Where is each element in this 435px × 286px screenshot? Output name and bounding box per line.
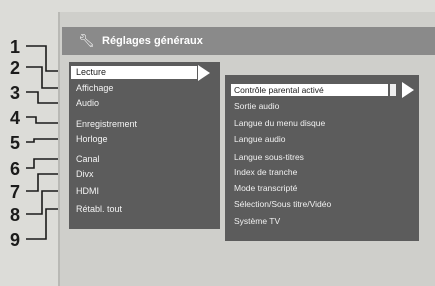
submenu-scroll-indicator — [390, 84, 396, 96]
callout-9: 9 — [10, 230, 21, 250]
menu-item-retabl-tout[interactable]: Rétabl. tout — [76, 203, 122, 216]
submenu-item-mode-transcripte[interactable]: Mode transcripté — [234, 182, 297, 194]
submenu-item-controle-parental[interactable]: Contrôle parental activé — [231, 84, 388, 96]
menu-item-divx[interactable]: Divx — [76, 168, 94, 181]
menu-item-horloge[interactable]: Horloge — [76, 133, 108, 146]
menu-item-enregistrement[interactable]: Enregistrement — [76, 118, 137, 131]
submenu-item-index-tranche[interactable]: Index de tranche — [234, 166, 297, 178]
menu-arrow-icon — [198, 65, 210, 81]
submenu-item-langue-menu[interactable]: Langue du menu disque — [234, 117, 325, 129]
callout-8: 8 — [10, 205, 21, 225]
submenu-item-langue-sous-titres[interactable]: Langue sous-titres — [234, 151, 304, 163]
menu-item-audio[interactable]: Audio — [76, 97, 99, 110]
submenu-item-sortie-audio[interactable]: Sortie audio — [234, 100, 279, 112]
menu-item-lecture[interactable]: Lecture — [71, 66, 197, 79]
submenu-item-selection-sous-titre[interactable]: Sélection/Sous titre/Vidéo — [234, 198, 331, 210]
menu-item-hdmi[interactable]: HDMI — [76, 185, 99, 198]
callout-1: 1 — [10, 37, 21, 57]
callout-5: 5 — [10, 133, 21, 153]
submenu-arrow-icon — [402, 82, 414, 98]
callout-7: 7 — [10, 182, 21, 202]
title-bar: 🔧︎ Réglages généraux — [62, 27, 435, 55]
page-title: Réglages généraux — [102, 35, 203, 47]
menu-item-affichage[interactable]: Affichage — [76, 82, 113, 95]
submenu-item-systeme-tv[interactable]: Système TV — [234, 215, 280, 227]
wrench-icon: 🔧︎ — [78, 33, 95, 48]
main-menu: Lecture Affichage Audio Enregistrement H… — [69, 62, 220, 229]
submenu-item-langue-audio[interactable]: Langue audio — [234, 133, 286, 145]
callout-2: 2 — [10, 58, 21, 78]
callout-4: 4 — [10, 108, 21, 128]
menu-item-canal[interactable]: Canal — [76, 153, 100, 166]
callout-3: 3 — [10, 83, 21, 103]
callout-6: 6 — [10, 159, 21, 179]
submenu-panel: Contrôle parental activé Sortie audio La… — [225, 75, 419, 241]
